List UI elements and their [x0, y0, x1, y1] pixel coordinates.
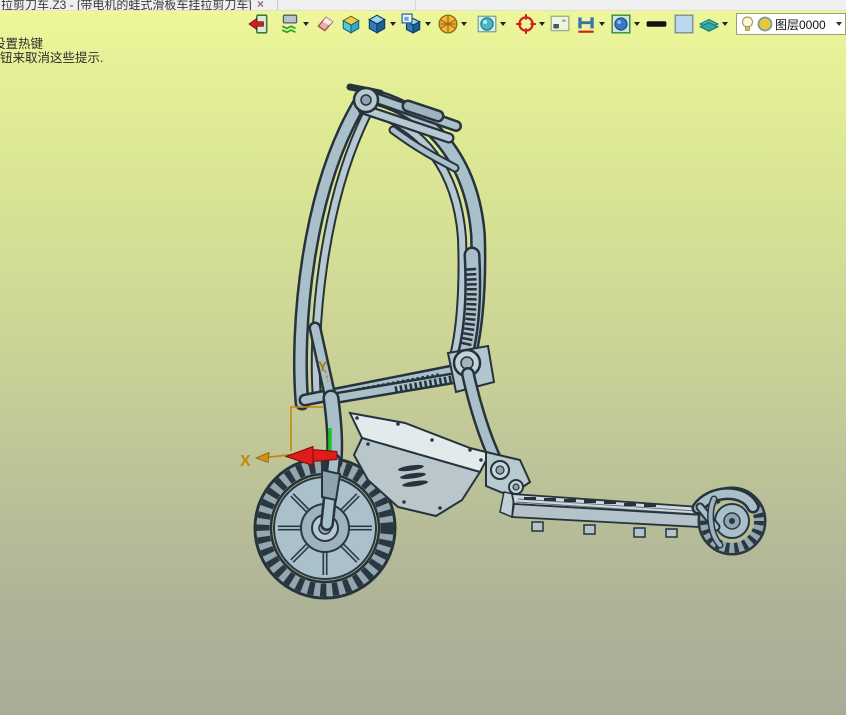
dimension-h-icon: [578, 17, 594, 33]
sphere-in-box-icon: [477, 15, 497, 33]
eraser-button[interactable]: [315, 12, 337, 36]
wireframe-sphere-button[interactable]: [437, 12, 468, 36]
isometric-box-button[interactable]: [340, 12, 362, 36]
viewport-canvas[interactable]: [0, 11, 846, 715]
hint-messages: 设置热键 钮来取消这些提示.: [0, 37, 103, 65]
dropdown-caret-icon[interactable]: [498, 12, 507, 36]
dropdown-caret-icon[interactable]: [301, 12, 310, 36]
exit-icon: [248, 14, 268, 34]
layer-dropdown-caret-icon[interactable]: [836, 22, 842, 26]
app-window: X Y 拉剪刀车.Z3 - [带电机的蛙式滑板车挂拉剪刀车] × 设置热键 钮来…: [0, 0, 846, 715]
target-icon: [516, 14, 536, 34]
document-tab[interactable]: 拉剪刀车.Z3 - [带电机的蛙式滑板车挂拉剪刀车]: [1, 0, 252, 10]
dropdown-caret-icon[interactable]: [423, 12, 432, 36]
render-sphere-icon: [611, 14, 631, 34]
tab-close-icon[interactable]: ×: [257, 0, 264, 10]
tab-separator: [277, 0, 278, 10]
hint-line-2: 钮来取消这些提示.: [0, 51, 104, 65]
hint-line-1: 设置热键: [0, 37, 44, 51]
shaded-cube-button[interactable]: [366, 12, 397, 36]
layer-combobox[interactable]: 图层0000: [736, 13, 846, 35]
render-button[interactable]: [610, 12, 641, 36]
layer-color-icon: [757, 16, 773, 32]
color-swatch-button[interactable]: [673, 12, 695, 36]
tab-separator-2: [415, 0, 416, 10]
isometric-box-icon: [342, 15, 360, 34]
visual-style-button[interactable]: [279, 12, 310, 36]
eraser-icon: [317, 16, 334, 32]
target-button[interactable]: [515, 12, 546, 36]
layer-name: 图层0000: [775, 17, 826, 32]
line-width-icon: [646, 21, 667, 27]
wireframe-sphere-icon: [438, 14, 458, 34]
document-tab-bar: 拉剪刀车.Z3 - [带电机的蛙式滑板车挂拉剪刀车] ×: [0, 0, 846, 11]
sphere-in-box-button[interactable]: [476, 12, 507, 36]
layers-book-icon: [698, 18, 720, 32]
window-cube-button[interactable]: [401, 12, 432, 36]
dropdown-caret-icon[interactable]: [632, 12, 641, 36]
shaded-cube-icon: [368, 14, 386, 34]
viewport-layout-icon: [550, 15, 570, 32]
layer-visibility-bulb-icon: [741, 16, 754, 31]
color-swatch-icon: [674, 14, 694, 34]
dropdown-caret-icon[interactable]: [720, 12, 729, 36]
dropdown-caret-icon[interactable]: [597, 12, 606, 36]
dropdown-caret-icon[interactable]: [459, 12, 468, 36]
dropdown-caret-icon[interactable]: [388, 12, 397, 36]
dropdown-caret-icon[interactable]: [537, 12, 546, 36]
exit-button[interactable]: [248, 12, 270, 36]
dimension-button[interactable]: [575, 12, 606, 36]
viewport-layout-button[interactable]: [549, 12, 571, 36]
layers-book-button[interactable]: [698, 12, 729, 36]
visual-style-icon: [281, 14, 298, 34]
line-width-button[interactable]: [646, 12, 668, 36]
window-cube-icon: [401, 13, 421, 34]
